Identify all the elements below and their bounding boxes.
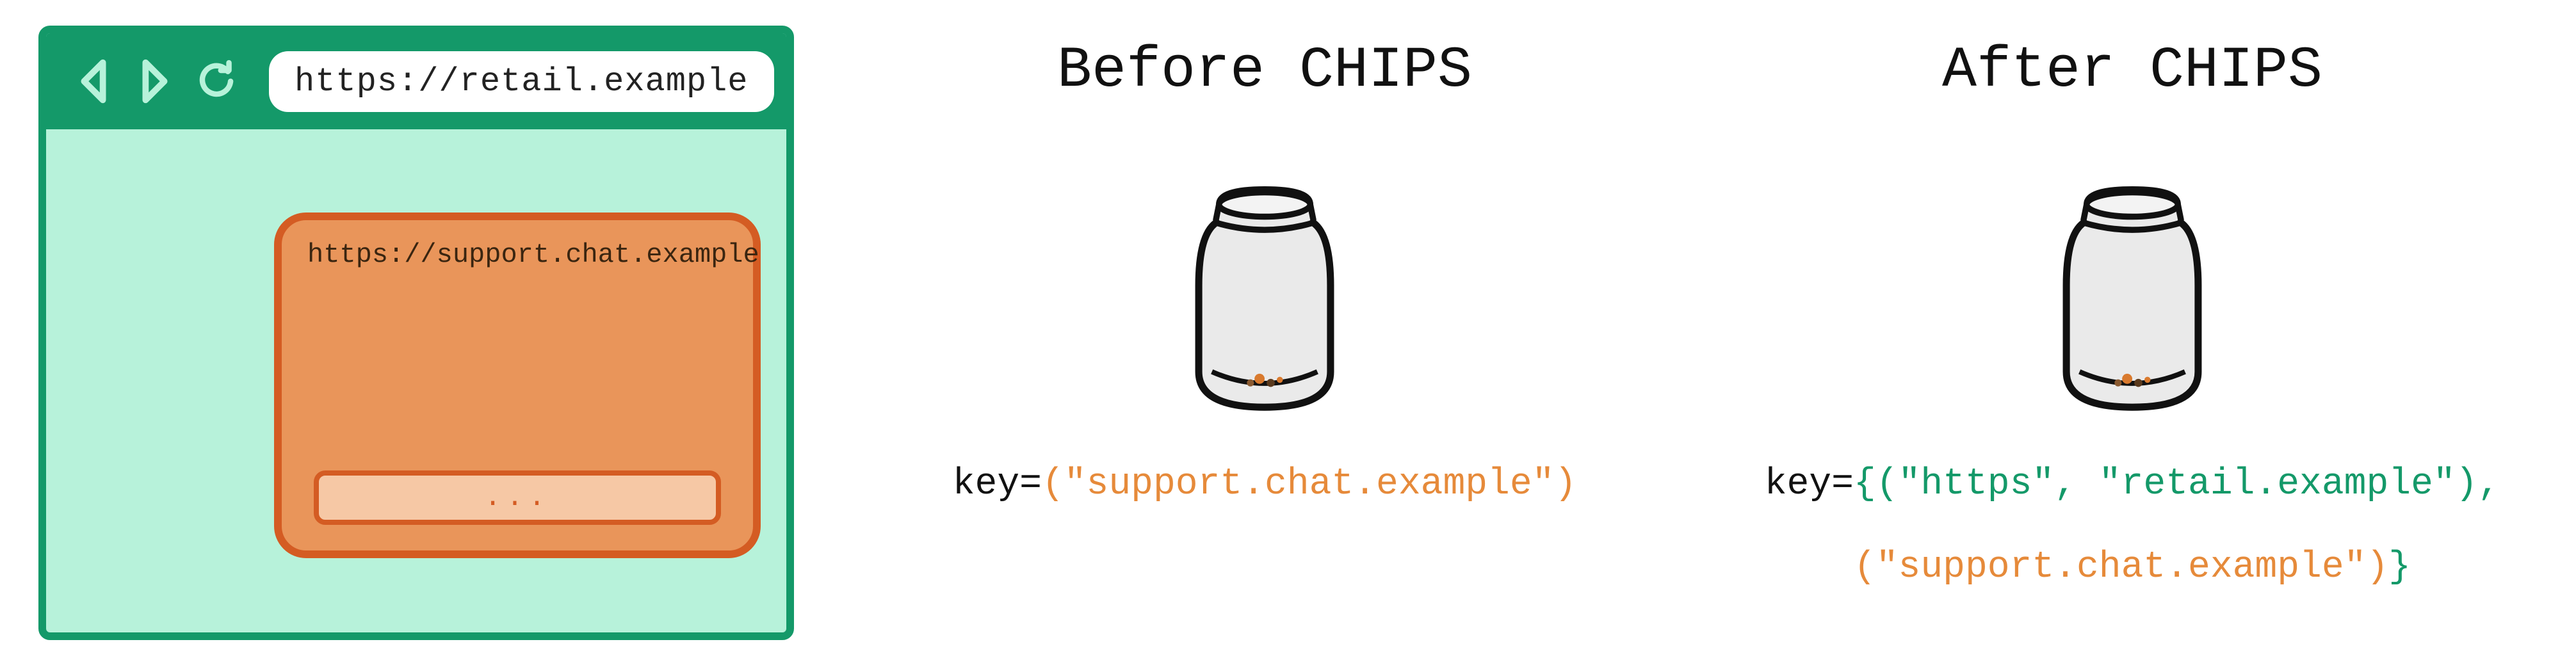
url-text: https://retail.example bbox=[295, 63, 749, 100]
browser-frame: https://retail.example https://support.c… bbox=[38, 26, 794, 640]
reload-icon bbox=[195, 56, 238, 106]
before-title: Before CHIPS bbox=[928, 38, 1601, 104]
key-prefix: key= bbox=[1765, 463, 1854, 505]
tuple-top-site: ("https", "retail.example"), bbox=[1876, 463, 2500, 505]
key-value: ("support.chat.example") bbox=[1042, 463, 1576, 505]
brace-close: } bbox=[2388, 547, 2411, 588]
cookie-jar-icon bbox=[2030, 174, 2235, 417]
tuple-embed-site: ("support.chat.example") bbox=[1854, 547, 2388, 588]
forward-icon bbox=[133, 56, 177, 106]
embedded-url-text: https://support.chat.example bbox=[307, 239, 727, 270]
browser-toolbar: https://retail.example bbox=[46, 33, 786, 129]
url-bar: https://retail.example bbox=[269, 51, 774, 112]
chat-widget-embed: https://support.chat.example ... bbox=[274, 213, 761, 558]
cookie-jar-icon bbox=[1162, 174, 1367, 417]
browser-mockup: https://retail.example https://support.c… bbox=[38, 26, 794, 640]
diagram-container: https://retail.example https://support.c… bbox=[0, 0, 2576, 658]
chat-input-dots: ... bbox=[484, 482, 550, 514]
browser-viewport: https://support.chat.example ... bbox=[46, 129, 786, 632]
before-column: Before CHIPS key=("support.chat.example"… bbox=[928, 26, 1601, 520]
before-key-expression: key=("support.chat.example") bbox=[928, 449, 1601, 520]
after-key-line2: ("support.chat.example")} bbox=[1716, 533, 2548, 603]
chat-input-placeholder: ... bbox=[314, 470, 721, 525]
key-prefix: key= bbox=[953, 463, 1042, 505]
back-icon bbox=[72, 56, 115, 106]
brace-open: { bbox=[1854, 463, 1876, 505]
after-title: After CHIPS bbox=[1716, 38, 2548, 104]
after-column: After CHIPS key={("https", "retail.examp… bbox=[1716, 26, 2548, 603]
after-key-line1: key={("https", "retail.example"), bbox=[1716, 449, 2548, 520]
